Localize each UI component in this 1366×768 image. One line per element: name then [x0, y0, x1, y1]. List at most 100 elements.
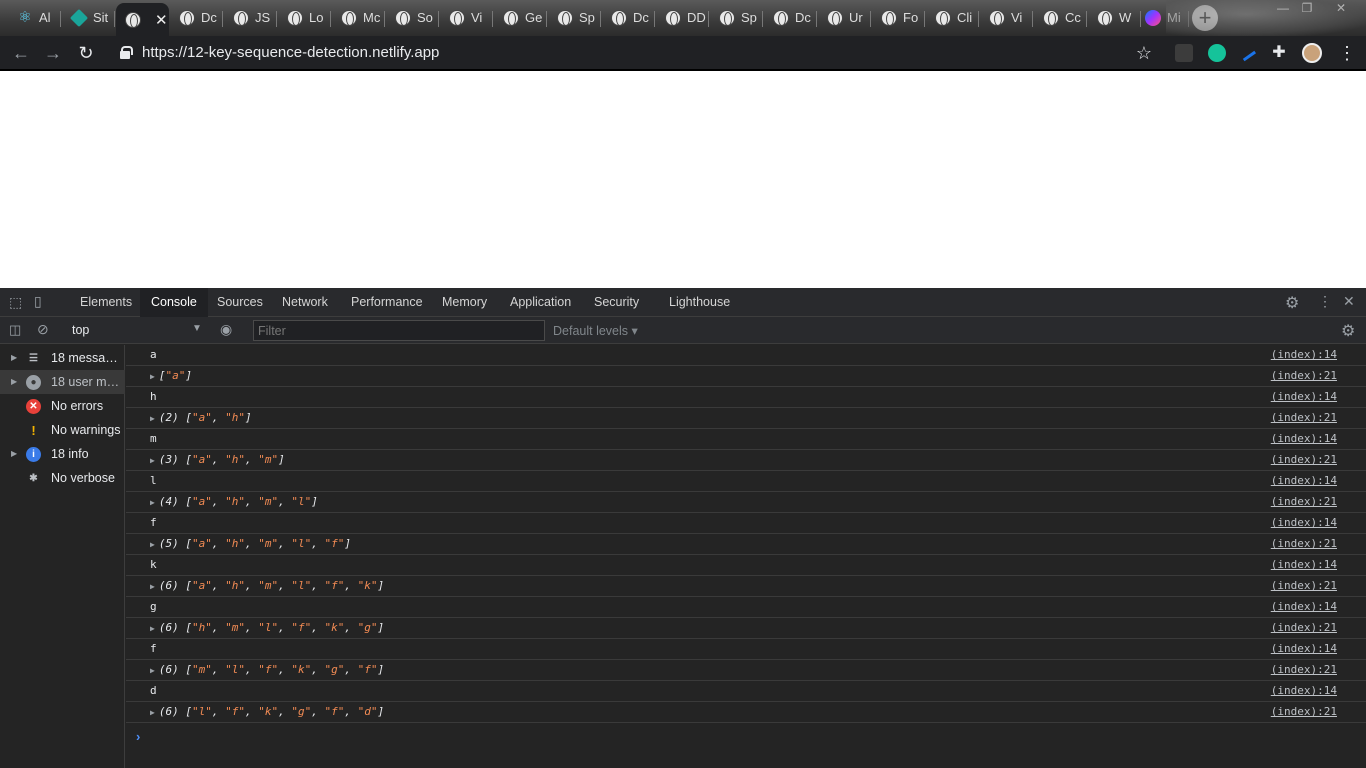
browser-tab[interactable]: W — [1088, 3, 1141, 32]
array-preview[interactable]: ▶ (5) ["a", "h", "m", "l", "f"] — [150, 537, 351, 550]
browser-tab[interactable]: Dc — [170, 3, 223, 32]
new-tab-button[interactable]: + — [1192, 5, 1218, 31]
source-link[interactable]: (index):14 — [1271, 390, 1337, 403]
browser-tab[interactable]: Vi — [980, 3, 1033, 32]
console-prompt-icon[interactable]: › — [136, 729, 140, 744]
bookmark-star-icon[interactable]: ☆ — [1133, 42, 1155, 64]
source-link[interactable]: (index):21 — [1271, 537, 1337, 550]
browser-tab[interactable]: Sit — [62, 3, 115, 32]
tab-performance[interactable]: Performance — [340, 288, 434, 317]
expand-triangle-icon[interactable]: ▶ — [150, 624, 155, 633]
array-preview[interactable]: ▶ (2) ["a", "h"] — [150, 411, 252, 424]
live-expression-eye-icon[interactable]: ◉ — [220, 321, 232, 338]
back-button[interactable]: ← — [10, 42, 32, 64]
pen-extension-icon[interactable] — [1239, 46, 1257, 62]
browser-tab[interactable]: Sp — [548, 3, 601, 32]
browser-tab[interactable]: Ge — [494, 3, 547, 32]
browser-tab[interactable]: Fo — [872, 3, 925, 32]
devtools-menu-icon[interactable]: ⋮ — [1318, 293, 1332, 310]
console-settings-gear-icon[interactable]: ⚙ — [1341, 321, 1355, 341]
browser-tab[interactable]: Mi — [1136, 3, 1189, 32]
sidebar-item[interactable]: ✕ No errors — [0, 394, 125, 418]
tab-console[interactable]: Console — [140, 288, 208, 317]
sidebar-item[interactable]: ▶ ● 18 user messages — [0, 370, 125, 394]
source-link[interactable]: (index):14 — [1271, 348, 1337, 361]
source-link[interactable]: (index):14 — [1271, 474, 1337, 487]
devtools-close-icon[interactable]: ✕ — [1343, 293, 1355, 310]
array-preview[interactable]: ▶ (3) ["a", "h", "m"] — [150, 453, 285, 466]
forward-button[interactable]: → — [42, 42, 64, 64]
tab-lighthouse[interactable]: Lighthouse — [658, 288, 741, 317]
tab-security[interactable]: Security — [583, 288, 650, 317]
array-preview[interactable]: ▶ (6) ["l", "f", "k", "g", "f", "d"] — [150, 705, 384, 718]
browser-tab[interactable]: So — [386, 3, 439, 32]
reload-button[interactable]: ↻ — [75, 42, 97, 64]
array-preview[interactable]: ▶ (6) ["a", "h", "m", "l", "f", "k"] — [150, 579, 384, 592]
browser-tab[interactable]: Ur — [818, 3, 871, 32]
device-toolbar-icon[interactable]: ▯ — [34, 293, 42, 310]
source-link[interactable]: (index):14 — [1271, 600, 1337, 613]
browser-tab[interactable]: Dc — [764, 3, 817, 32]
source-link[interactable]: (index):14 — [1271, 642, 1337, 655]
browser-tab[interactable]: Vi — [440, 3, 493, 32]
minimize-button[interactable]: — — [1268, 0, 1298, 18]
tab-close-icon[interactable]: ✕ — [155, 11, 168, 29]
expand-triangle-icon[interactable]: ▶ — [150, 498, 155, 507]
lock-icon[interactable] — [120, 46, 133, 59]
expand-triangle-icon[interactable]: ▶ — [150, 372, 155, 381]
browser-tab[interactable]: Dc — [602, 3, 655, 32]
sidebar-toggle-icon[interactable]: ◫ — [9, 322, 21, 338]
source-link[interactable]: (index):21 — [1271, 705, 1337, 718]
source-link[interactable]: (index):14 — [1271, 516, 1337, 529]
browser-tab[interactable]: DD — [656, 3, 709, 32]
source-link[interactable]: (index):21 — [1271, 621, 1337, 634]
browser-tab[interactable]: JS — [224, 3, 277, 32]
browser-tab[interactable]: Cc — [1034, 3, 1087, 32]
window-close-button[interactable]: ✕ — [1326, 0, 1356, 18]
inspect-element-icon[interactable]: ⬚ — [9, 294, 22, 311]
expand-triangle-icon[interactable]: ▶ — [150, 666, 155, 675]
log-levels-dropdown[interactable]: Default levels ▾ — [553, 323, 638, 338]
source-link[interactable]: (index):14 — [1271, 432, 1337, 445]
tab-network[interactable]: Network — [271, 288, 339, 317]
filter-input[interactable] — [253, 320, 545, 341]
tab-application[interactable]: Application — [499, 288, 582, 317]
sidebar-item[interactable]: ▶ ☰ 18 messages — [0, 346, 125, 370]
source-link[interactable]: (index):14 — [1271, 558, 1337, 571]
source-link[interactable]: (index):14 — [1271, 684, 1337, 697]
extensions-puzzle-icon[interactable]: ✚ — [1268, 42, 1290, 64]
array-preview[interactable]: ▶ (6) ["m", "l", "f", "k", "g", "f"] — [150, 663, 384, 676]
expand-caret-icon[interactable]: ▶ — [11, 442, 17, 466]
source-link[interactable]: (index):21 — [1271, 369, 1337, 382]
browser-tab[interactable]: Lo — [278, 3, 331, 32]
array-preview[interactable]: ▶ (4) ["a", "h", "m", "l"] — [150, 495, 318, 508]
source-link[interactable]: (index):21 — [1271, 411, 1337, 424]
grammarly-icon[interactable] — [1208, 44, 1226, 62]
browser-tab[interactable]: Mc — [332, 3, 385, 32]
expand-triangle-icon[interactable]: ▶ — [150, 582, 155, 591]
source-link[interactable]: (index):21 — [1271, 663, 1337, 676]
tab-elements[interactable]: Elements — [69, 288, 143, 317]
browser-menu-icon[interactable]: ⋮ — [1336, 42, 1358, 64]
extension-icon[interactable] — [1175, 44, 1193, 62]
context-selector[interactable]: top — [72, 323, 89, 337]
browser-tab[interactable]: ✕ — [116, 3, 169, 36]
expand-triangle-icon[interactable]: ▶ — [150, 540, 155, 549]
array-preview[interactable]: ▶ (6) ["h", "m", "l", "f", "k", "g"] — [150, 621, 384, 634]
expand-caret-icon[interactable]: ▶ — [11, 346, 17, 370]
expand-triangle-icon[interactable]: ▶ — [150, 708, 155, 717]
browser-tab[interactable]: ⚛ Al — [8, 3, 61, 32]
browser-tab[interactable]: Sp — [710, 3, 763, 32]
sidebar-item[interactable]: ✱ No verbose — [0, 466, 125, 490]
array-preview[interactable]: ▶ ["a"] — [150, 369, 192, 382]
profile-avatar[interactable] — [1302, 43, 1322, 63]
expand-triangle-icon[interactable]: ▶ — [150, 414, 155, 423]
expand-caret-icon[interactable]: ▶ — [11, 370, 17, 394]
clear-console-icon[interactable]: ⊘ — [37, 321, 49, 338]
sidebar-item[interactable]: ! No warnings — [0, 418, 125, 442]
settings-gear-icon[interactable]: ⚙ — [1285, 293, 1299, 313]
tab-sources[interactable]: Sources — [206, 288, 274, 317]
url-bar[interactable]: https://12-key-sequence-detection.netlif… — [142, 44, 439, 61]
tab-memory[interactable]: Memory — [431, 288, 498, 317]
source-link[interactable]: (index):21 — [1271, 453, 1337, 466]
